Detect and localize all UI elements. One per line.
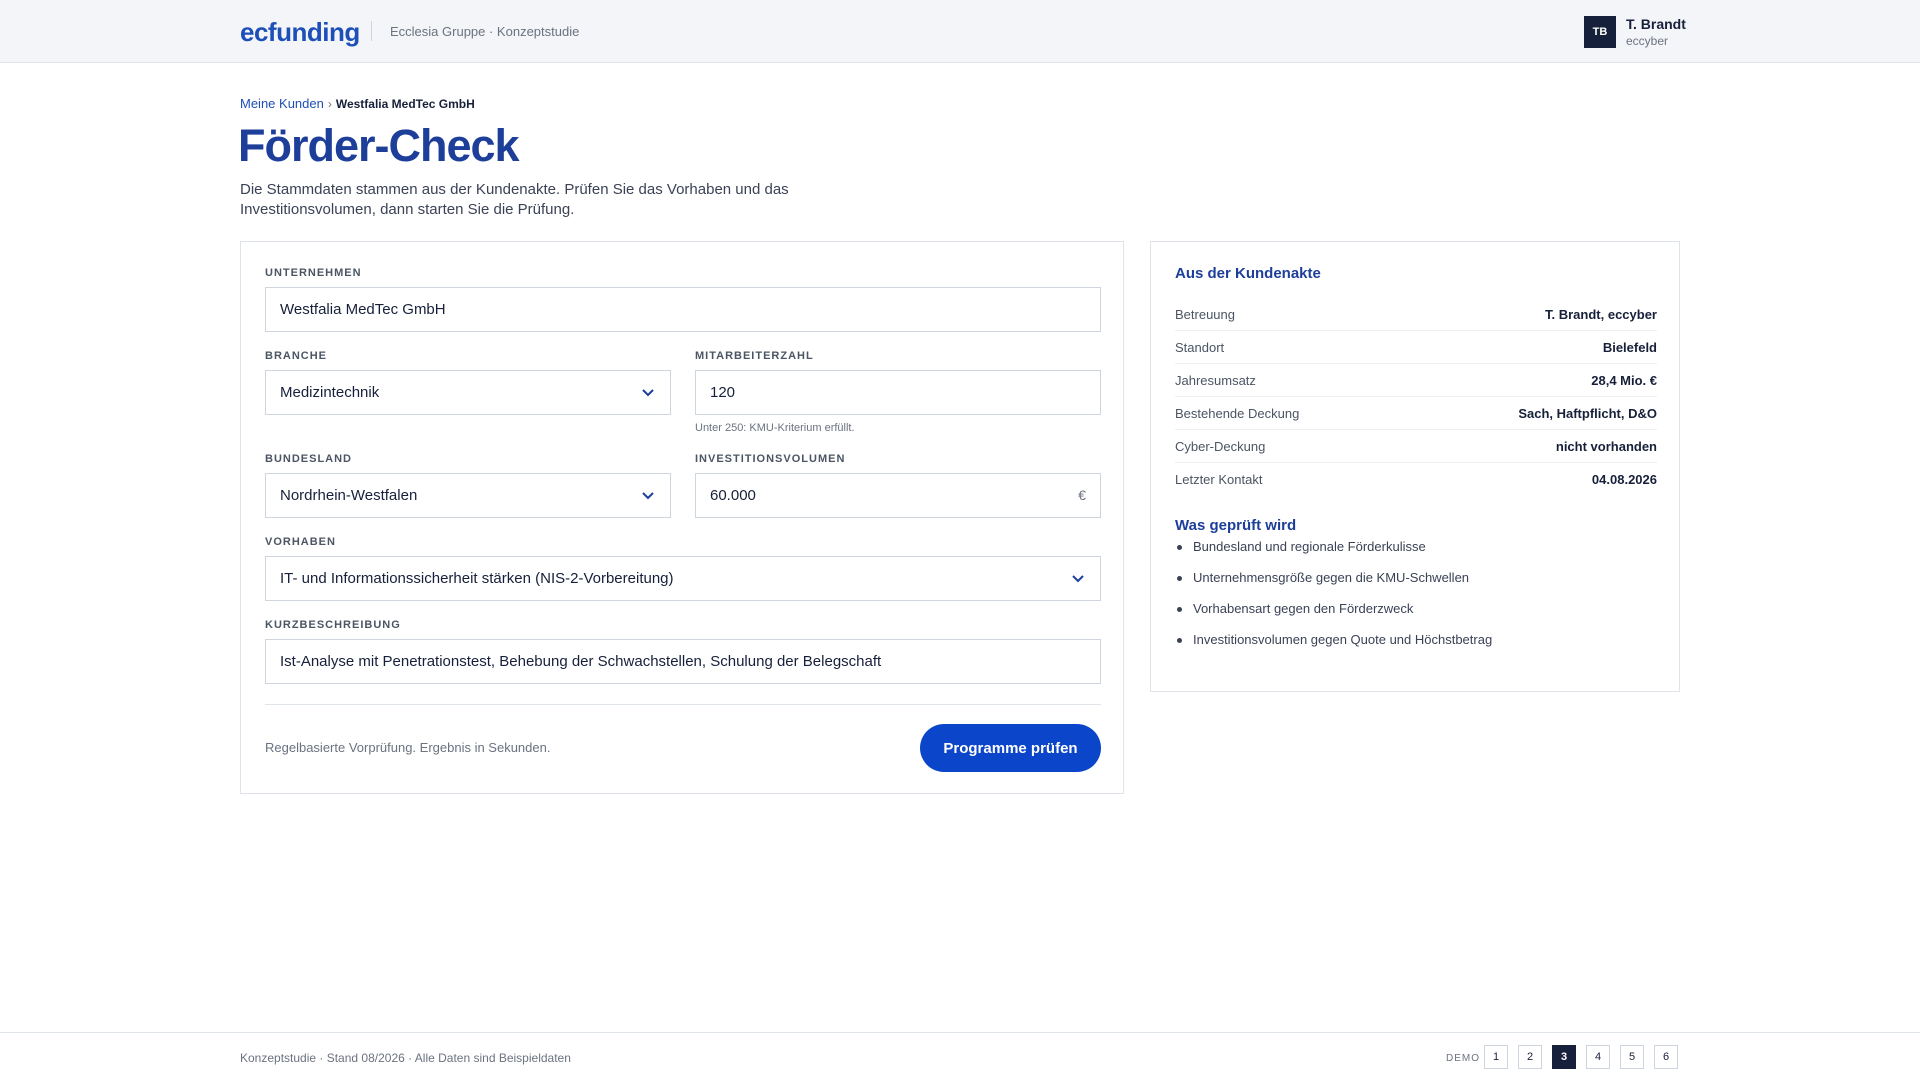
company-field[interactable]: Westfalia MedTec GmbH — [265, 287, 1101, 332]
customer-file-row: Betreuung T. Brandt, eccyber — [1175, 298, 1657, 331]
row-value: 04.08.2026 — [1591, 472, 1657, 487]
demo-page-button[interactable]: 1 — [1484, 1045, 1508, 1069]
customer-file-title: Aus der Kundenakte — [1175, 265, 1321, 282]
demo-page-button[interactable]: 5 — [1620, 1045, 1644, 1069]
list-item: Unternehmensgröße gegen die KMU-Schwelle… — [1175, 570, 1492, 601]
row-key: Bestehende Deckung — [1175, 405, 1300, 421]
company-label: UNTERNEHMEN — [265, 267, 362, 279]
page-title: Förder-Check — [238, 120, 520, 171]
row-value: Bielefeld — [1602, 339, 1657, 355]
user-name[interactable]: T. Brandt — [1626, 16, 1686, 32]
project-label: VORHABEN — [265, 536, 336, 548]
investment-field[interactable]: 60.000 € — [695, 473, 1101, 518]
customer-file-row: Bestehende Deckung Sach, Haftpflicht, D&… — [1175, 397, 1657, 430]
description-label: KURZBESCHREIBUNG — [265, 619, 401, 631]
state-value: Nordrhein-Westfalen — [280, 487, 418, 504]
employees-value: 120 — [710, 384, 736, 401]
top-bar: ecfunding Ecclesia Gruppe · Konzeptstudi… — [0, 0, 1920, 63]
breadcrumb-current: Westfalia MedTec GmbH — [335, 96, 475, 111]
employees-field[interactable]: 120 — [695, 370, 1101, 415]
row-value: T. Brandt, eccyber — [1545, 306, 1657, 322]
row-key: Betreuung — [1175, 306, 1235, 322]
employees-label: MITARBEITERZAHL — [695, 350, 814, 362]
chevron-down-icon — [1072, 575, 1084, 583]
state-select[interactable]: Nordrhein-Westfalen — [265, 473, 671, 518]
customer-file-row: Standort Bielefeld — [1175, 331, 1657, 364]
industry-value: Medizintechnik — [280, 384, 380, 401]
demo-label: DEMO — [1446, 1053, 1480, 1064]
investment-value: 60.000 — [710, 487, 756, 504]
euro-unit: € — [1078, 487, 1086, 503]
form-footnote: Regelbasierte Vorprüfung. Ergebnis in Se… — [265, 740, 551, 755]
footer: Konzeptstudie · Stand 08/2026 · Alle Dat… — [0, 1032, 1920, 1080]
list-item: Bundesland und regionale Förderkulisse — [1175, 539, 1492, 570]
row-value: nicht vorhanden — [1555, 438, 1657, 454]
checks-list: Bundesland und regionale Förderkulisse U… — [1175, 539, 1492, 663]
list-item: Investitionsvolumen gegen Quote und Höch… — [1175, 632, 1492, 663]
demo-page-button[interactable]: 2 — [1518, 1045, 1542, 1069]
brand-subtitle: Ecclesia Gruppe · Konzeptstudie — [390, 24, 580, 39]
company-value: Westfalia MedTec GmbH — [280, 301, 446, 318]
row-key: Jahresumsatz — [1175, 372, 1256, 388]
funding-check-form: UNTERNEHMEN Westfalia MedTec GmbH BRANCH… — [240, 241, 1124, 794]
breadcrumb-separator: › — [327, 96, 332, 111]
breadcrumb: Meine Kunden › Westfalia MedTec GmbH — [240, 96, 475, 111]
demo-page-button[interactable]: 6 — [1654, 1045, 1678, 1069]
page-intro: Die Stammdaten stammen aus der Kundenakt… — [240, 181, 789, 218]
chevron-down-icon — [642, 492, 654, 500]
list-item: Vorhabensart gegen den Förderzweck — [1175, 601, 1492, 632]
row-value: 28,4 Mio. € — [1591, 372, 1657, 388]
employees-hint: Unter 250: KMU-Kriterium erfüllt. — [695, 422, 855, 434]
footer-text: Konzeptstudie · Stand 08/2026 · Alle Dat… — [240, 1051, 571, 1065]
customer-file-row: Cyber-Deckung nicht vorhanden — [1175, 430, 1657, 463]
description-value: Ist-Analyse mit Penetrationstest, Behebu… — [280, 653, 882, 670]
brand-divider — [371, 21, 372, 41]
form-divider — [265, 704, 1101, 705]
demo-page-button[interactable]: 4 — [1586, 1045, 1610, 1069]
project-value: IT- und Informationssicherheit stärken (… — [280, 570, 674, 587]
state-label: BUNDESLAND — [265, 453, 352, 465]
check-programs-button[interactable]: Programme prüfen — [920, 724, 1101, 772]
customer-file-row: Letzter Kontakt 04.08.2026 — [1175, 463, 1657, 496]
row-key: Letzter Kontakt — [1175, 472, 1263, 487]
brand-logo[interactable]: ecfunding — [240, 17, 360, 48]
description-field[interactable]: Ist-Analyse mit Penetrationstest, Behebu… — [265, 639, 1101, 684]
row-key: Standort — [1175, 339, 1225, 355]
breadcrumb-link-customers[interactable]: Meine Kunden — [240, 96, 324, 111]
demo-pager: 1 2 3 4 5 6 — [1484, 1045, 1678, 1069]
demo-page-button-active[interactable]: 3 — [1552, 1045, 1576, 1069]
avatar[interactable]: TB — [1584, 16, 1616, 48]
industry-select[interactable]: Medizintechnik — [265, 370, 671, 415]
checks-title: Was geprüft wird — [1175, 517, 1297, 534]
row-key: Cyber-Deckung — [1175, 438, 1266, 454]
investment-label: INVESTITIONSVOLUMEN — [695, 453, 846, 465]
industry-label: BRANCHE — [265, 350, 327, 362]
customer-file-row: Jahresumsatz 28,4 Mio. € — [1175, 364, 1657, 397]
row-value: Sach, Haftpflicht, D&O — [1518, 405, 1657, 421]
chevron-down-icon — [642, 389, 654, 397]
customer-file-panel: Aus der Kundenakte Betreuung T. Brandt, … — [1150, 241, 1680, 692]
project-select[interactable]: IT- und Informationssicherheit stärken (… — [265, 556, 1101, 601]
user-org: eccyber — [1626, 34, 1669, 48]
